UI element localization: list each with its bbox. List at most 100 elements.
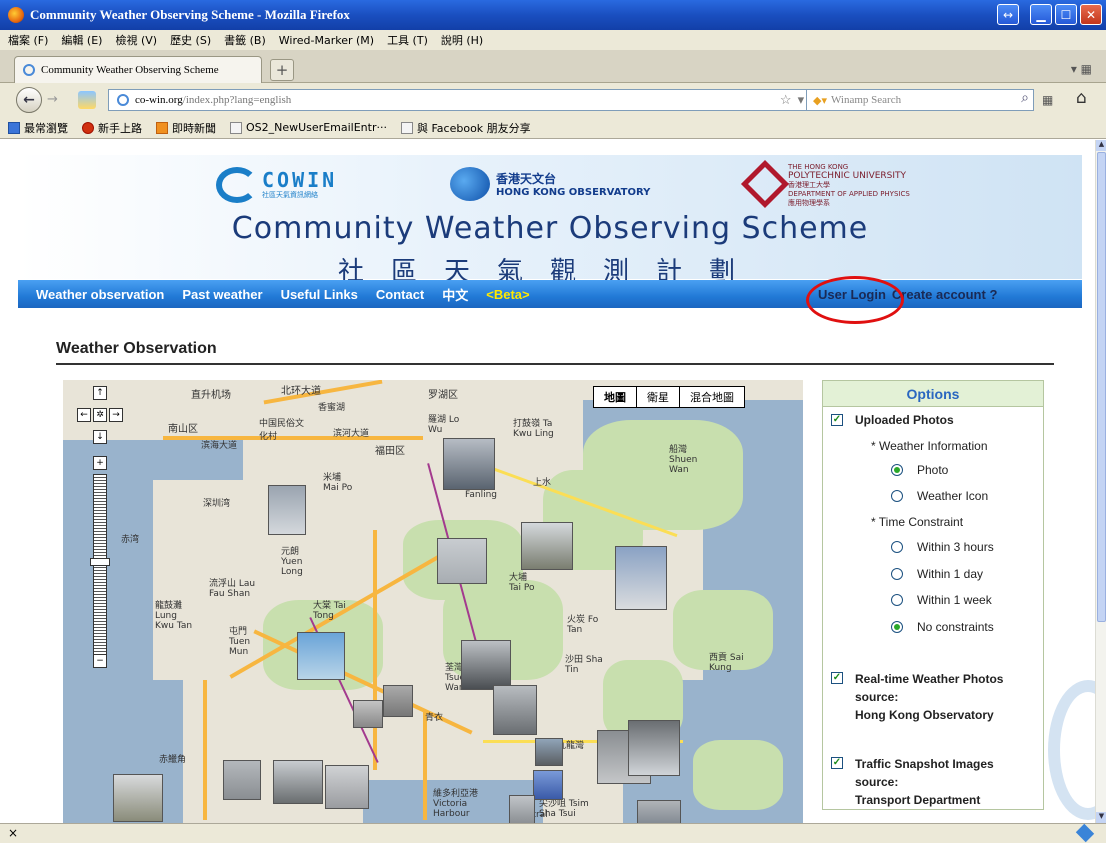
zoom-out-icon[interactable]: − bbox=[93, 654, 107, 668]
within-1-day-radio[interactable] bbox=[891, 568, 903, 580]
weather-photo-marker[interactable] bbox=[273, 760, 323, 804]
nav-beta[interactable]: <Beta> bbox=[486, 287, 529, 302]
menu-bookmarks[interactable]: 書籤 (B) bbox=[224, 32, 266, 48]
bookmark-getting-started[interactable]: 新手上路 bbox=[82, 120, 142, 136]
scroll-down-icon[interactable]: ▼ bbox=[1096, 812, 1106, 823]
toolbar-grid-icon[interactable]: ▦ bbox=[1042, 93, 1053, 107]
pan-down-icon[interactable]: ↓ bbox=[93, 430, 107, 444]
weather-photo-marker[interactable] bbox=[509, 795, 535, 823]
scroll-up-icon[interactable]: ▲ bbox=[1096, 140, 1106, 151]
close-window-button[interactable]: ✕ bbox=[1080, 4, 1102, 25]
site-identity-icon[interactable] bbox=[78, 91, 96, 109]
weather-photo-marker[interactable] bbox=[268, 485, 306, 535]
menu-help[interactable]: 說明 (H) bbox=[441, 32, 483, 48]
menu-wired-marker[interactable]: Wired-Marker (M) bbox=[279, 34, 374, 47]
weather-photo-marker[interactable] bbox=[535, 738, 563, 766]
menu-view[interactable]: 檢視 (V) bbox=[115, 32, 157, 48]
menu-history[interactable]: 歷史 (S) bbox=[170, 32, 211, 48]
weather-photo-marker[interactable] bbox=[223, 760, 261, 800]
menu-edit[interactable]: 編輯 (E) bbox=[61, 32, 102, 48]
bookmark-latest-news[interactable]: 即時新聞 bbox=[156, 120, 216, 136]
no-constraints-option[interactable]: No constraints bbox=[891, 620, 994, 634]
traffic-snapshot-option[interactable]: ✓ Traffic Snapshot Images source: Transp… bbox=[831, 755, 994, 809]
create-account-link[interactable]: Create account ? bbox=[892, 287, 997, 302]
photo-option[interactable]: Photo bbox=[891, 463, 948, 477]
forward-button[interactable]: → bbox=[47, 92, 58, 107]
back-button[interactable]: ← bbox=[16, 87, 42, 113]
minimize-button[interactable]: ▁ bbox=[1030, 4, 1052, 25]
nav-contact[interactable]: Contact bbox=[376, 287, 424, 302]
pan-left-icon[interactable]: ← bbox=[77, 408, 91, 422]
vertical-scrollbar[interactable]: ▲ ▼ bbox=[1095, 140, 1106, 823]
bookmark-star-icon[interactable]: ☆ bbox=[780, 92, 792, 108]
menu-file[interactable]: 檔案 (F) bbox=[8, 32, 48, 48]
within-1-week-option[interactable]: Within 1 week bbox=[891, 593, 992, 607]
weather-icon-radio[interactable] bbox=[891, 490, 903, 502]
map-type-hybrid[interactable]: 混合地圖 bbox=[679, 387, 744, 407]
weather-photo-marker[interactable] bbox=[443, 438, 495, 490]
resize-button[interactable]: ↔ bbox=[997, 4, 1019, 25]
within-3-hours-radio[interactable] bbox=[891, 541, 903, 553]
weather-photo-marker[interactable] bbox=[113, 774, 163, 822]
maximize-button[interactable]: ☐ bbox=[1055, 4, 1077, 25]
weather-photo-marker[interactable] bbox=[461, 640, 511, 690]
polyu-logo[interactable]: THE HONG KONG POLYTECHNIC UNIVERSITY 香港理… bbox=[740, 159, 910, 209]
weather-photo-marker[interactable] bbox=[493, 685, 537, 735]
bookmark-facebook-share[interactable]: 與 Facebook 朋友分享 bbox=[400, 120, 531, 136]
traffic-snapshot-checkbox[interactable]: ✓ bbox=[831, 757, 843, 769]
dropdown-arrow-icon[interactable]: ▾ bbox=[798, 92, 805, 108]
weather-photo-marker[interactable] bbox=[533, 770, 563, 800]
site-banner: COWIN 社區天氣資訊網絡 香港天文台 HONG KONG OBSERVATO… bbox=[18, 155, 1082, 287]
zoom-slider[interactable] bbox=[93, 474, 107, 660]
weather-photo-marker[interactable] bbox=[437, 538, 487, 584]
rss-icon bbox=[156, 121, 168, 134]
url-bar[interactable]: co-win.org /index.php?lang=english ☆ ▾ ↻ bbox=[108, 89, 828, 111]
addon-icon[interactable] bbox=[1075, 823, 1095, 843]
nav-chinese[interactable]: 中文 bbox=[442, 285, 468, 304]
home-icon[interactable]: ⌂ bbox=[1076, 88, 1087, 108]
uploaded-photos-checkbox[interactable]: ✓ bbox=[831, 414, 843, 426]
map-type-satellite[interactable]: 衛星 bbox=[636, 387, 679, 407]
weather-photo-marker[interactable] bbox=[297, 632, 345, 680]
bookmark-most-visited[interactable]: 最常瀏覽 bbox=[8, 120, 68, 136]
nav-past-weather[interactable]: Past weather bbox=[182, 287, 262, 302]
weather-photo-marker[interactable] bbox=[637, 800, 681, 823]
pan-up-icon[interactable]: ↑ bbox=[93, 386, 107, 400]
realtime-photos-option[interactable]: ✓ Real-time Weather Photos source: Hong … bbox=[831, 670, 1003, 724]
no-constraints-radio[interactable] bbox=[891, 621, 903, 633]
photo-radio[interactable] bbox=[891, 464, 903, 476]
weather-photo-marker[interactable] bbox=[615, 546, 667, 610]
hko-logo[interactable]: 香港天文台 HONG KONG OBSERVATORY bbox=[450, 167, 650, 201]
search-engine-icon[interactable]: ◆▾ bbox=[813, 94, 827, 107]
zoom-slider-thumb[interactable] bbox=[90, 558, 110, 566]
pan-center-icon[interactable]: ✲ bbox=[93, 408, 107, 422]
scroll-thumb[interactable] bbox=[1097, 152, 1106, 622]
nav-useful-links[interactable]: Useful Links bbox=[281, 287, 358, 302]
pan-right-icon[interactable]: → bbox=[109, 408, 123, 422]
search-bar[interactable]: ◆▾ Winamp Search ⌕ bbox=[806, 89, 1034, 111]
close-status-button[interactable]: × bbox=[8, 826, 18, 840]
nav-weather-observation[interactable]: Weather observation bbox=[36, 287, 164, 302]
tab-cowin[interactable]: Community Weather Observing Scheme bbox=[14, 56, 262, 83]
weather-photo-marker[interactable] bbox=[521, 522, 573, 570]
search-icon[interactable]: ⌕ bbox=[1021, 91, 1029, 107]
weather-photo-marker[interactable] bbox=[383, 685, 413, 717]
weather-icon-option[interactable]: Weather Icon bbox=[891, 489, 988, 503]
new-tab-button[interactable]: + bbox=[270, 59, 294, 81]
bookmark-os2[interactable]: OS2_NewUserEmailEntr··· bbox=[230, 121, 387, 134]
weather-photo-marker[interactable] bbox=[353, 700, 383, 728]
within-3-hours-option[interactable]: Within 3 hours bbox=[891, 540, 994, 554]
zoom-in-icon[interactable]: + bbox=[93, 456, 107, 470]
map-type-map[interactable]: 地圖 bbox=[594, 387, 636, 407]
weather-photo-marker[interactable] bbox=[325, 765, 369, 809]
within-1-week-radio[interactable] bbox=[891, 594, 903, 606]
within-1-day-option[interactable]: Within 1 day bbox=[891, 567, 983, 581]
weather-photo-marker[interactable] bbox=[628, 720, 680, 776]
tab-list-icon[interactable]: ▾ ▦ bbox=[1071, 62, 1092, 76]
cowin-logo[interactable]: COWIN 社區天氣資訊網絡 bbox=[216, 167, 337, 203]
realtime-photos-checkbox[interactable]: ✓ bbox=[831, 672, 843, 684]
menu-tools[interactable]: 工具 (T) bbox=[387, 32, 428, 48]
uploaded-photos-option[interactable]: ✓ Uploaded Photos bbox=[831, 413, 954, 427]
within-3-hours-label: Within 3 hours bbox=[917, 540, 994, 554]
weather-map[interactable]: 直升机场 北环大道 香蜜湖 罗湖区 南山区 中国民俗文化村 滨河大道 福田区 打… bbox=[63, 380, 803, 823]
